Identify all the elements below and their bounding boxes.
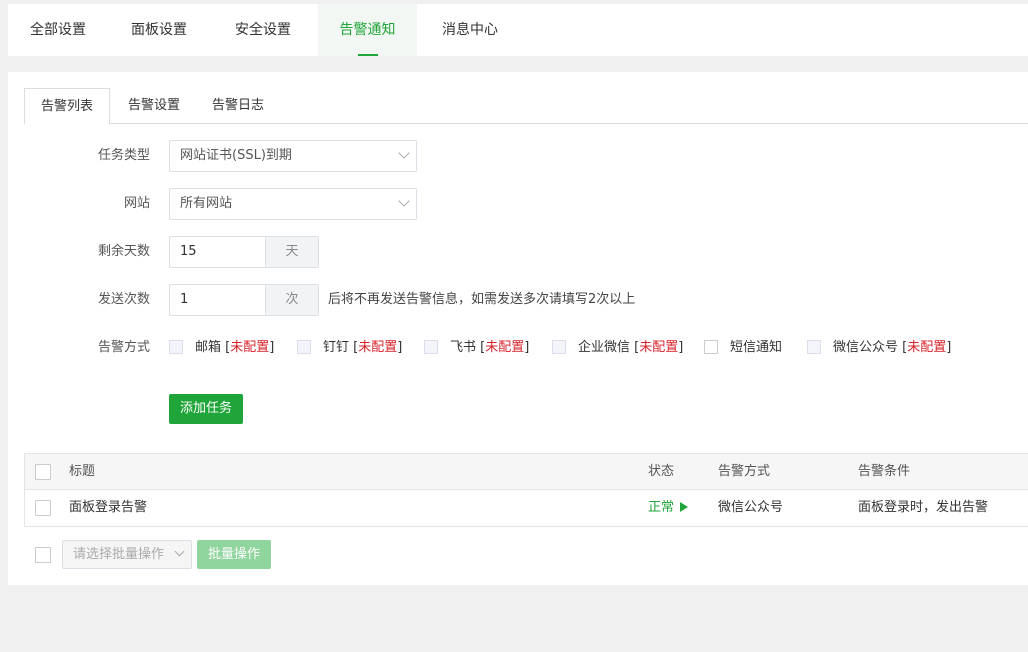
alert-methods-label: 告警方式: [97, 340, 150, 355]
method-wecom-status[interactable]: 未配置: [639, 340, 678, 355]
method-wecom-checkbox[interactable]: [552, 339, 566, 354]
tab-security-settings[interactable]: 安全设置: [210, 4, 316, 56]
batch-operation-select[interactable]: 请选择批量操作: [62, 540, 192, 569]
active-tab-indicator: [358, 54, 378, 56]
play-icon: [680, 501, 689, 512]
row-method: 微信公众号: [718, 500, 784, 515]
col-status: 状态: [648, 464, 675, 479]
tab-all-settings[interactable]: 全部设置: [8, 4, 108, 56]
method-wechat-mp[interactable]: 微信公众号 [未配置]: [807, 339, 951, 356]
send-count-input[interactable]: 1: [169, 284, 266, 316]
method-wechat-mp-status[interactable]: 未配置: [907, 340, 946, 355]
site-label: 网站: [123, 196, 150, 211]
tab-panel-settings[interactable]: 面板设置: [108, 4, 210, 56]
subtab-alert-list[interactable]: 告警列表: [24, 88, 110, 125]
subtab-alert-log[interactable]: 告警日志: [198, 88, 278, 124]
days-label: 剩余天数: [97, 244, 150, 259]
method-dingtalk[interactable]: 钉钉 [未配置]: [297, 339, 402, 356]
chevron-down-icon: [398, 147, 410, 159]
method-feishu-status[interactable]: 未配置: [485, 340, 524, 355]
site-value: 所有网站: [180, 196, 233, 211]
method-email-status[interactable]: 未配置: [230, 340, 269, 355]
row-status[interactable]: 正常: [648, 490, 689, 526]
top-nav: 全部设置 面板设置 安全设置 告警通知 消息中心: [8, 4, 1028, 56]
method-wecom-label: 企业微信: [578, 340, 631, 355]
tab-message-center[interactable]: 消息中心: [417, 4, 523, 56]
method-email-label: 邮箱: [195, 340, 222, 355]
task-type-select[interactable]: 网站证书(SSL)到期: [169, 140, 417, 172]
task-type-value: 网站证书(SSL)到期: [180, 148, 292, 163]
alert-methods-row: 告警方式 邮箱 [未配置] 钉钉 [未配置] 飞书 [未配置] 企业微信 [未配…: [8, 332, 1028, 364]
chevron-down-icon: [398, 195, 410, 207]
row-title: 面板登录告警: [69, 500, 148, 515]
send-count-unit: 次: [265, 284, 319, 316]
method-feishu-label: 飞书: [450, 340, 477, 355]
method-email-checkbox[interactable]: [169, 339, 183, 354]
method-email[interactable]: 邮箱 [未配置]: [169, 339, 274, 356]
method-feishu-checkbox[interactable]: [424, 339, 438, 354]
tab-alert-notify[interactable]: 告警通知: [318, 4, 417, 56]
method-sms[interactable]: 短信通知: [704, 339, 783, 356]
row-status-label: 正常: [648, 500, 675, 515]
add-task-button[interactable]: 添加任务: [169, 394, 243, 424]
method-wecom[interactable]: 企业微信 [未配置]: [552, 339, 683, 356]
batch-operation-placeholder: 请选择批量操作: [73, 547, 165, 562]
batch-select-checkbox[interactable]: [35, 547, 51, 563]
method-dingtalk-status[interactable]: 未配置: [358, 340, 397, 355]
row-condition: 面板登录时，发出告警: [858, 500, 989, 515]
batch-operation-button[interactable]: 批量操作: [197, 540, 271, 569]
method-wechat-mp-label: 微信公众号: [833, 340, 899, 355]
row-checkbox[interactable]: [35, 500, 51, 516]
table-header: 标题 状态 告警方式 告警条件: [25, 454, 1028, 490]
table-row: 面板登录告警 正常 微信公众号 面板登录时，发出告警: [25, 490, 1028, 526]
method-sms-checkbox[interactable]: [704, 339, 718, 354]
alert-table: 标题 状态 告警方式 告警条件 面板登录告警 正常 微信公众号 面板登录时，发出…: [24, 453, 1028, 527]
days-input[interactable]: 15: [169, 236, 266, 268]
site-select[interactable]: 所有网站: [169, 188, 417, 220]
main-card: 告警列表 告警设置 告警日志 任务类型 网站证书(SSL)到期 网站 所有网站 …: [8, 72, 1028, 585]
days-unit: 天: [265, 236, 319, 268]
select-all-checkbox[interactable]: [35, 464, 51, 480]
send-count-hint: 后将不再发送告警信息，如需发送多次请填写2次以上: [328, 292, 636, 307]
tab-alert-notify-label: 告警通知: [339, 22, 396, 38]
subtab-alert-settings[interactable]: 告警设置: [110, 88, 198, 124]
send-count-label: 发送次数: [97, 292, 150, 307]
sub-tabs: 告警列表 告警设置 告警日志: [24, 88, 1028, 125]
method-sms-label: 短信通知: [730, 340, 783, 355]
method-feishu[interactable]: 飞书 [未配置]: [424, 339, 529, 356]
chevron-down-icon: [174, 546, 185, 557]
col-method: 告警方式: [718, 464, 771, 479]
method-dingtalk-checkbox[interactable]: [297, 339, 311, 354]
method-wechat-mp-checkbox[interactable]: [807, 339, 821, 354]
task-type-label: 任务类型: [97, 148, 150, 163]
method-dingtalk-label: 钉钉: [323, 340, 350, 355]
col-title: 标题: [69, 464, 96, 479]
col-condition: 告警条件: [858, 464, 911, 479]
